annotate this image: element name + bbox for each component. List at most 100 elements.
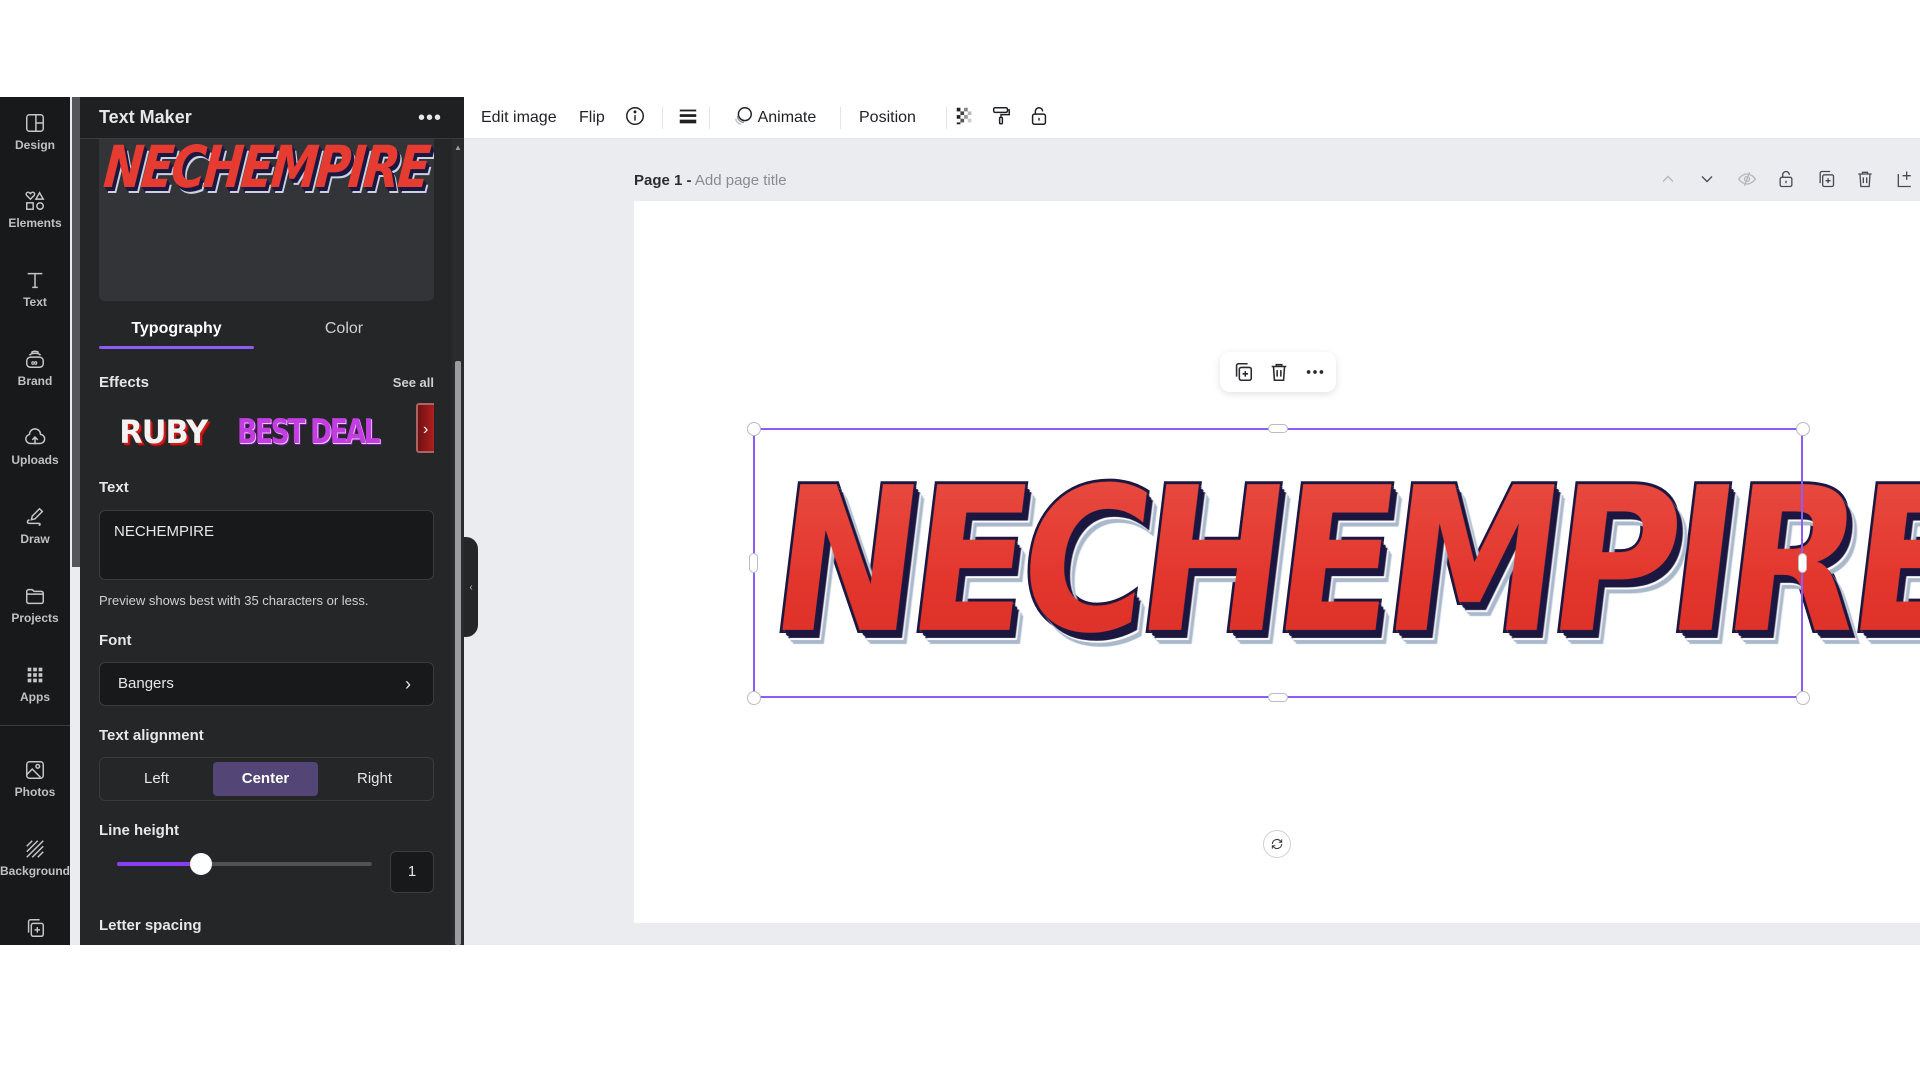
edit-image-button[interactable]: Edit image (481, 97, 557, 139)
position-button[interactable]: Position (859, 97, 916, 139)
move-page-down-button[interactable] (1694, 165, 1720, 193)
duplicate-element-button[interactable] (1232, 361, 1254, 383)
rail-item-uploads[interactable]: Uploads (0, 412, 70, 482)
tab-typography[interactable]: Typography (99, 309, 254, 349)
panel-scrollbar[interactable]: ▲ (452, 139, 464, 945)
chevron-right-icon[interactable]: › (423, 421, 428, 439)
more-icon (1306, 370, 1324, 374)
scroll-up-icon[interactable]: ▲ (454, 143, 462, 152)
element-floating-toolbar (1220, 352, 1336, 392)
delete-element-button[interactable] (1268, 361, 1290, 383)
toolbar-divider (709, 107, 710, 129)
page-title: Page 1 - Add page title (634, 172, 787, 189)
align-left-button[interactable]: Left (104, 762, 209, 796)
panel-title: Text Maker (99, 107, 192, 127)
effects-carousel: RUBY BEST DEAL › (99, 403, 434, 461)
slider-fill (117, 862, 202, 866)
editor-app: Design Elements Text co Brand Uploads Dr… (0, 97, 1920, 945)
more-element-options-button[interactable] (1304, 361, 1326, 383)
lock-button[interactable] (1028, 97, 1050, 139)
more-options-icon[interactable]: ••• (418, 107, 442, 130)
text-label: Text (99, 479, 129, 496)
unlock-icon (1031, 107, 1047, 126)
hide-page-button[interactable] (1734, 165, 1760, 193)
text-maker-panel: Text Maker ••• NECHEMPIRE Typography Col… (80, 97, 464, 945)
resize-handle-top-right[interactable] (1796, 422, 1810, 436)
chevron-right-icon: › (405, 674, 411, 694)
side-rail: Design Elements Text co Brand Uploads Dr… (0, 97, 80, 945)
rotate-button[interactable] (1263, 830, 1291, 858)
text-icon (27, 272, 43, 289)
resize-handle-right[interactable] (1798, 553, 1807, 573)
collapse-panel-button[interactable]: ‹ (464, 537, 478, 637)
toolbar-divider (840, 107, 841, 129)
duplicate-icon (1819, 170, 1835, 188)
lock-page-button[interactable] (1773, 165, 1799, 193)
tab-color[interactable]: Color (249, 309, 439, 349)
effect-ruby[interactable]: RUBY (119, 407, 208, 457)
font-select[interactable]: Bangers › (99, 662, 434, 706)
delete-page-button[interactable] (1852, 165, 1878, 193)
move-page-up-button[interactable] (1655, 165, 1681, 193)
info-button[interactable] (624, 97, 646, 139)
line-weight-icon (679, 109, 697, 124)
svg-text:co: co (31, 361, 37, 367)
rail-item-brand[interactable]: co Brand (0, 333, 70, 403)
resize-handle-left[interactable] (749, 553, 758, 573)
brand-icon: co (26, 350, 44, 368)
rail-item-design[interactable]: Design (0, 97, 70, 167)
page-title-input[interactable]: Add page title (695, 172, 787, 189)
duplicate-page-button[interactable] (1813, 165, 1839, 193)
font-value: Bangers (118, 675, 174, 692)
rail-item-projects[interactable]: Projects (0, 570, 70, 640)
unlock-icon (1779, 170, 1793, 188)
align-center-button[interactable]: Center (213, 762, 318, 796)
see-all-link[interactable]: See all (393, 375, 434, 390)
trash-icon (1858, 171, 1872, 188)
info-icon (626, 107, 644, 126)
rail-item-photos[interactable]: Photos (0, 744, 70, 814)
alignment-label: Text alignment (99, 727, 204, 744)
scrollbar-thumb[interactable] (455, 361, 461, 945)
duplicate-icon (1235, 362, 1253, 382)
rail-item-draw[interactable]: Draw (0, 491, 70, 561)
projects-icon (26, 588, 44, 605)
rail-item-text[interactable]: Text (0, 254, 70, 324)
elements-icon (25, 191, 45, 210)
rail-item-background[interactable]: Background (0, 823, 70, 893)
resize-handle-top[interactable] (1268, 424, 1288, 433)
design-icon (26, 114, 44, 132)
rail-divider (0, 725, 70, 726)
flip-button[interactable]: Flip (579, 97, 605, 139)
animate-button[interactable]: Animate (732, 97, 816, 139)
resize-handle-bottom-left[interactable] (747, 691, 761, 705)
apps-icon (27, 667, 43, 683)
text-input[interactable]: NECHEMPIRE (99, 510, 434, 580)
effect-best-deal[interactable]: BEST DEAL (237, 407, 381, 457)
line-style-button[interactable] (677, 97, 699, 139)
transparency-button[interactable] (954, 97, 976, 139)
panel-header: Text Maker ••• (80, 97, 464, 139)
rail-item-bulk-create[interactable]: Bulk create (0, 902, 70, 945)
slider-knob[interactable] (190, 853, 213, 875)
rotate-icon (1271, 839, 1283, 849)
uploads-icon (25, 428, 46, 445)
line-height-input[interactable]: 1 (390, 851, 434, 893)
rail-scrollbar[interactable] (72, 97, 80, 567)
toolbar-divider (662, 107, 663, 129)
copy-style-button[interactable] (990, 97, 1012, 139)
line-height-slider[interactable] (117, 852, 372, 876)
effects-label: Effects (99, 374, 150, 391)
resize-handle-bottom[interactable] (1268, 693, 1288, 702)
context-toolbar: Edit image Flip Animate Position (464, 97, 1920, 139)
resize-handle-bottom-right[interactable] (1796, 691, 1810, 705)
alignment-segmented-control: Left Center Right (99, 757, 434, 801)
align-right-button[interactable]: Right (322, 762, 427, 796)
add-page-button[interactable] (1892, 165, 1918, 193)
rail-item-elements[interactable]: Elements (0, 175, 70, 245)
panel-tabs: Typography Color (99, 309, 434, 349)
background-icon (26, 840, 44, 858)
resize-handle-top-left[interactable] (747, 422, 761, 436)
chevron-down-icon (1701, 176, 1713, 183)
rail-item-apps[interactable]: Apps (0, 649, 70, 719)
